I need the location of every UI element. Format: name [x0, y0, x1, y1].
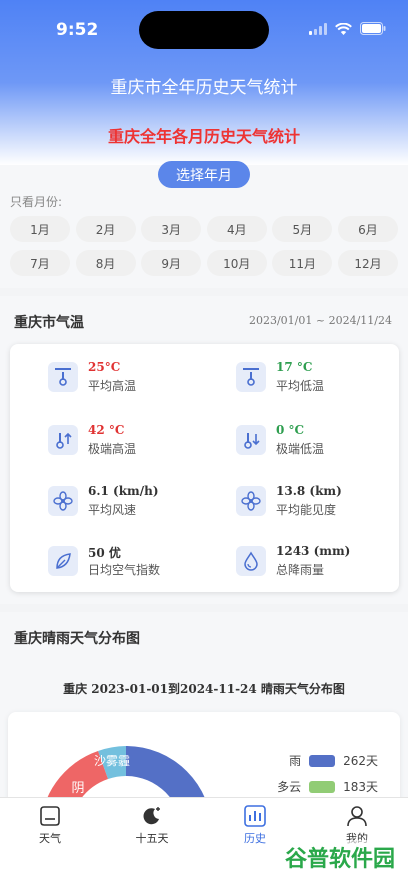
- stat-label: 日均空气指数: [88, 563, 161, 577]
- home-icon: [40, 806, 60, 826]
- section-divider: [0, 288, 408, 296]
- date-range: 2023/01/01 ~ 2024/11/24: [248, 314, 392, 327]
- month-chip[interactable]: 1月: [10, 216, 70, 242]
- stat-total-rain: 1243 (mm) 总降雨量: [236, 544, 408, 584]
- stat-label: 极端高温: [88, 442, 137, 456]
- stat-label: 极端低温: [276, 442, 325, 456]
- month-chip[interactable]: 10月: [206, 250, 267, 276]
- legend-label: 多云: [277, 780, 302, 794]
- month-chip[interactable]: 9月: [141, 250, 202, 276]
- watermark-logo: 谷普软件园: [280, 840, 400, 876]
- month-chip[interactable]: 11月: [272, 250, 333, 276]
- dynamic-island: [139, 11, 269, 49]
- stat-value: 6.1 (km/h): [88, 484, 159, 498]
- temperature-stats-card: 25°C 平均高温 17 °C 平均低温 42 °C 极端高温 0 °C 极端低…: [10, 344, 399, 592]
- month-chip[interactable]: 12月: [337, 250, 398, 276]
- select-year-month-button[interactable]: 选择年月: [158, 161, 250, 188]
- distribution-section-title: 重庆晴雨天气分布图: [14, 631, 140, 647]
- stat-value: 13.8 (km): [276, 484, 342, 498]
- battery-icon: [360, 22, 386, 35]
- legend-item-rain[interactable]: 雨 262天: [289, 752, 378, 769]
- chart-title: 重庆 2023-01-01到2024-11-24 晴雨天气分布图: [63, 682, 345, 696]
- slice-label-yin: 阴: [71, 781, 84, 796]
- legend-swatch: [309, 754, 336, 767]
- month-chip[interactable]: 6月: [337, 216, 398, 242]
- stat-avg-low: 17 °C 平均低温: [236, 360, 408, 400]
- thermometer-up-icon: [48, 425, 78, 455]
- month-filter-grid: 1月 2月 3月 4月 5月 6月 7月 8月 9月 10月 11月 12月: [10, 216, 398, 276]
- tab-label: 天气: [39, 832, 61, 845]
- slice-label-fog: 沙雾霾: [94, 754, 130, 768]
- stat-air-index: 50 优 日均空气指数: [48, 544, 228, 584]
- status-icons: [309, 22, 386, 35]
- stat-value: 25°C: [88, 360, 121, 374]
- stat-avg-wind: 6.1 (km/h) 平均风速: [48, 484, 228, 524]
- wifi-icon: [335, 22, 352, 35]
- stat-label: 平均高温: [88, 379, 137, 393]
- month-chip[interactable]: 7月: [10, 250, 70, 276]
- stat-value: 1243 (mm): [276, 544, 351, 558]
- tab-label: 历史: [244, 832, 266, 845]
- tab-fifteen-days[interactable]: 十五天: [122, 804, 182, 846]
- status-bar: 9:52: [0, 0, 408, 60]
- page-title: 重庆市全年历史天气统计: [110, 78, 298, 98]
- moon-icon: [143, 807, 160, 825]
- legend-swatch: [309, 780, 336, 793]
- legend-value: 262天: [343, 754, 378, 768]
- thermometer-down-icon: [236, 425, 266, 455]
- month-chip[interactable]: 2月: [75, 216, 136, 242]
- fan-icon: [236, 486, 266, 516]
- tab-weather[interactable]: 天气: [20, 804, 80, 846]
- only-months-label: 只看月份:: [10, 195, 63, 209]
- thermometer-icon: [48, 362, 78, 392]
- section-divider: [0, 604, 408, 612]
- stat-value: 0 °C: [276, 423, 305, 437]
- status-time: 9:52: [56, 20, 99, 40]
- stat-value: 17 °C: [276, 360, 313, 374]
- stat-label: 平均能见度: [276, 503, 337, 517]
- stat-avg-high: 25°C 平均高温: [48, 360, 228, 400]
- stat-label: 平均低温: [276, 379, 325, 393]
- stat-value: 50 优: [88, 546, 121, 560]
- legend-value: 183天: [343, 780, 378, 794]
- water-drop-icon: [236, 546, 266, 576]
- month-chip[interactable]: 4月: [206, 216, 267, 242]
- thermometer-icon: [236, 362, 266, 392]
- month-chip[interactable]: 5月: [272, 216, 333, 242]
- stat-value: 42 °C: [88, 423, 125, 437]
- stat-label: 平均风速: [88, 503, 137, 517]
- temperature-section-title: 重庆市气温: [14, 315, 84, 331]
- stat-avg-visibility: 13.8 (km) 平均能见度: [236, 484, 408, 524]
- stat-extreme-low: 0 °C 极端低温: [236, 423, 408, 463]
- month-chip[interactable]: 3月: [141, 216, 202, 242]
- page-subtitle: 重庆全年各月历史天气统计: [107, 127, 300, 146]
- stat-extreme-high: 42 °C 极端高温: [48, 423, 228, 463]
- tab-label: 十五天: [135, 832, 169, 845]
- legend-item-cloudy[interactable]: 多云 183天: [277, 778, 378, 795]
- legend-label: 雨: [289, 754, 302, 768]
- watermark-text: 谷普软件园: [285, 846, 395, 872]
- signal-icon: [309, 22, 327, 35]
- leaf-icon: [48, 546, 78, 576]
- month-chip[interactable]: 8月: [75, 250, 136, 276]
- user-icon: [347, 806, 367, 827]
- fan-icon: [48, 486, 78, 516]
- tab-history[interactable]: 历史: [225, 804, 285, 846]
- chart-icon: [244, 805, 266, 827]
- stat-label: 总降雨量: [276, 563, 325, 577]
